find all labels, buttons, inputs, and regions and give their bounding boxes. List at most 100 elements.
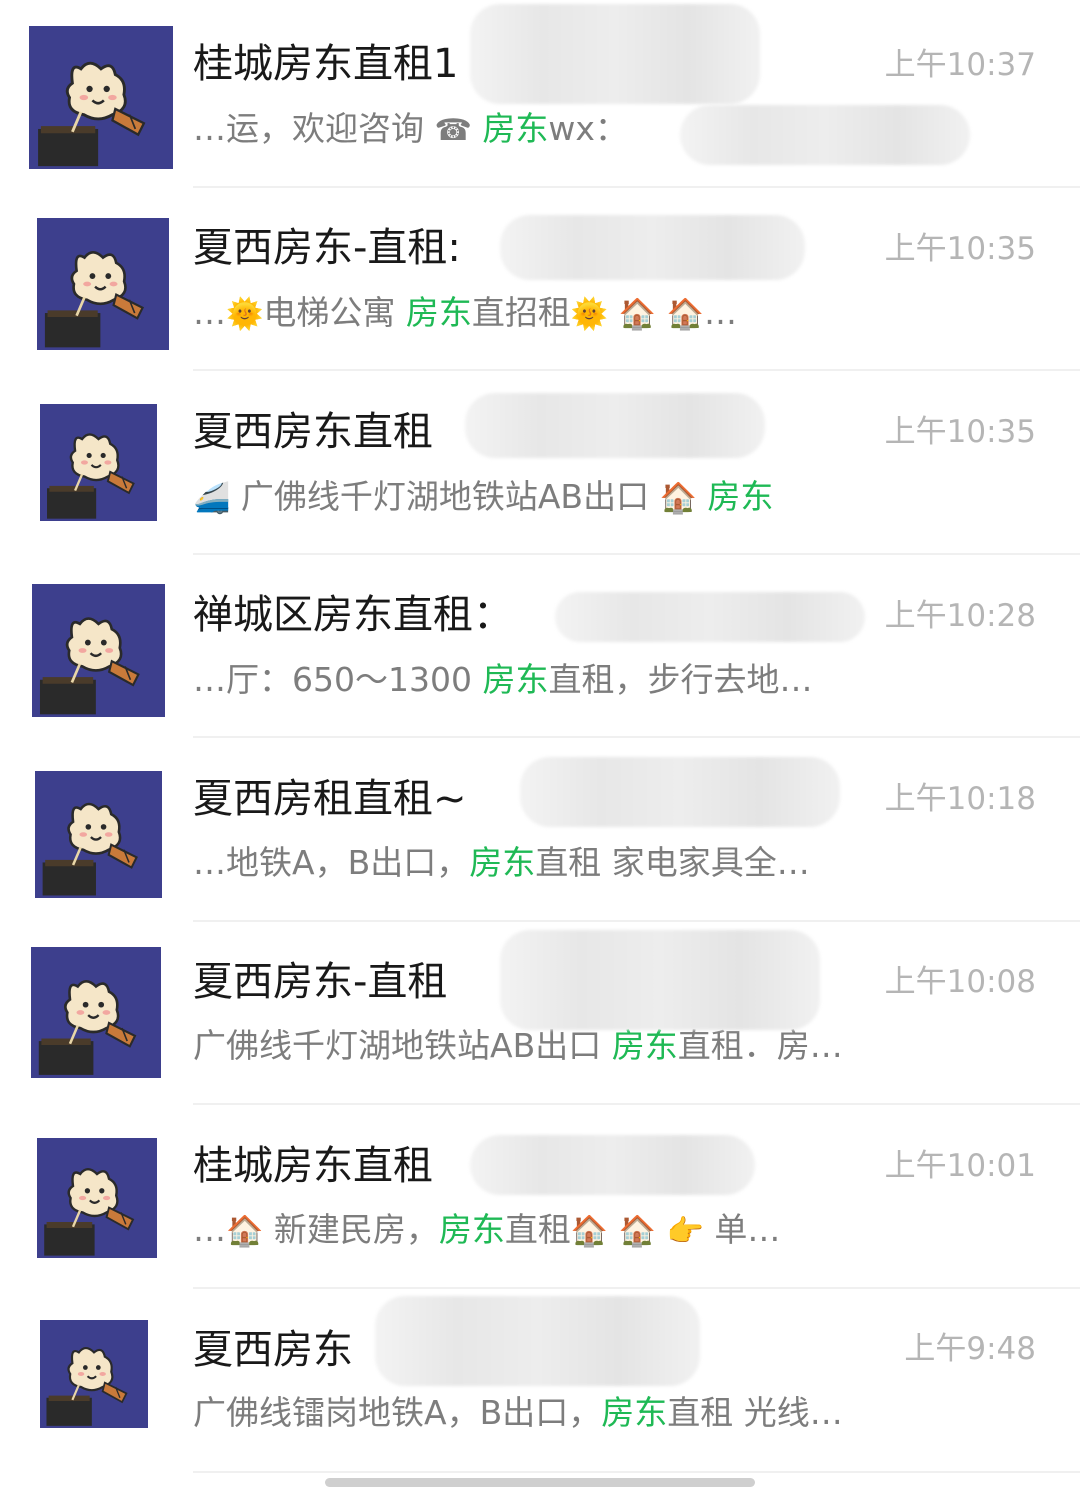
sun-icon: 🌞 (226, 297, 264, 332)
chat-name: 禅城区房东直租： (193, 592, 513, 638)
preview-text: 新建民房， (263, 1210, 439, 1249)
chat-preview: …厅：650～1300 房东直租，步行去地… (193, 657, 812, 703)
preview-text: 直租 光线… (667, 1393, 843, 1432)
chat-timestamp: 上午10:35 (884, 414, 1036, 450)
cat-mascot-illustration (31, 947, 161, 1078)
row-divider (193, 1287, 1080, 1289)
chat-preview: …🌞电梯公寓 房东直招租🌞 🏠 🏠… (193, 290, 737, 338)
redaction-blur (500, 930, 820, 1030)
house-icon: 🏠 (666, 297, 704, 332)
avatar[interactable] (40, 404, 157, 521)
row-divider (193, 1471, 1080, 1473)
chat-timestamp: 上午10:37 (884, 47, 1036, 83)
chat-name: 桂城房东直租 (193, 1143, 433, 1189)
chat-name: 夏西房东直租 (193, 409, 433, 455)
preview-text (608, 293, 619, 332)
redaction-blur (465, 393, 765, 458)
chat-name: 夏西房东-直租 (193, 959, 448, 1005)
house-icon: 🏠 (226, 1214, 264, 1249)
keyword-highlight: 房东 (482, 109, 549, 148)
row-divider (193, 186, 1080, 188)
cat-mascot-illustration (37, 1138, 157, 1258)
chat-preview: 广佛线镭岗地铁A，B出口，房东直租 光线… (193, 1390, 843, 1436)
avatar[interactable] (29, 26, 173, 169)
house-icon: 🏠 (618, 1214, 657, 1249)
sun-icon: 🌞 (570, 297, 609, 332)
row-divider (193, 1103, 1080, 1105)
row-divider (193, 920, 1080, 922)
keyword-highlight: 房东 (482, 660, 549, 699)
chat-timestamp: 上午10:28 (884, 598, 1036, 634)
chat-preview: …地铁A，B出口，房东直租 家电家具全… (193, 840, 810, 886)
preview-text: 电梯公寓 (263, 293, 406, 332)
chat-preview: …🏠 新建民房，房东直租🏠 🏠 👉 单… (193, 1207, 780, 1255)
preview-text: 直租 (504, 1210, 571, 1249)
telephone-icon: ☎ (434, 113, 472, 148)
preview-text (472, 109, 483, 148)
cat-mascot-illustration (40, 404, 157, 521)
cat-mascot-illustration (40, 1320, 148, 1428)
preview-text: wx： (548, 109, 628, 148)
keyword-highlight: 房东 (469, 843, 536, 882)
redaction-blur (680, 105, 970, 165)
chat-timestamp: 上午9:48 (904, 1331, 1036, 1367)
chat-preview: 🚄 广佛线千灯湖地铁站AB出口 🏠 房东 (193, 474, 773, 522)
pointing-hand-icon: 👉 (666, 1214, 704, 1249)
chat-timestamp: 上午10:18 (884, 781, 1036, 817)
avatar[interactable] (37, 1138, 157, 1258)
keyword-highlight: 房东 (611, 1026, 678, 1065)
chat-preview: …运，欢迎咨询 ☎ 房东wx： (193, 106, 628, 154)
preview-text: … (703, 293, 737, 332)
chat-name: 夏西房租直租~ (193, 776, 467, 822)
home-indicator[interactable] (325, 1478, 755, 1487)
row-divider (193, 553, 1080, 555)
preview-text: 广佛线千灯湖地铁站AB出口 (230, 477, 660, 516)
keyword-highlight: 房东 (438, 1210, 505, 1249)
preview-text: … (193, 1210, 226, 1249)
chat-name: 夏西房东-直租: (193, 225, 461, 271)
row-divider (193, 369, 1080, 371)
preview-text: 直租．房… (677, 1026, 843, 1065)
preview-text: …运，欢迎咨询 (193, 109, 435, 148)
cat-mascot-illustration (35, 771, 162, 898)
avatar[interactable] (37, 218, 169, 350)
preview-text: … (193, 293, 226, 332)
redaction-blur (555, 592, 865, 642)
row-divider (193, 736, 1080, 738)
avatar[interactable] (40, 1320, 148, 1428)
house-icon: 🏠 (659, 481, 697, 516)
cat-mascot-illustration (29, 26, 173, 169)
preview-text: 广佛线镭岗地铁A，B出口， (193, 1393, 602, 1432)
preview-text: 单… (703, 1210, 781, 1249)
preview-text: 直招租 (471, 293, 571, 332)
avatar[interactable] (35, 771, 162, 898)
redaction-blur (520, 757, 840, 827)
preview-text (656, 293, 667, 332)
cat-mascot-illustration (32, 584, 165, 717)
avatar[interactable] (31, 947, 161, 1078)
keyword-highlight: 房东 (405, 293, 472, 332)
house-icon: 🏠 (570, 1214, 609, 1249)
preview-text: 直租，步行去地… (548, 660, 813, 699)
preview-text (697, 477, 708, 516)
redaction-blur (470, 4, 760, 104)
preview-text (608, 1210, 619, 1249)
redaction-blur (470, 1135, 755, 1195)
preview-text: …地铁A，B出口， (193, 843, 470, 882)
preview-text: …厅：650～1300 (193, 660, 483, 699)
redaction-blur (500, 215, 805, 280)
avatar[interactable] (32, 584, 165, 717)
keyword-highlight: 房东 (707, 477, 774, 516)
keyword-highlight: 房东 (601, 1393, 668, 1432)
redaction-blur (375, 1296, 700, 1386)
cat-mascot-illustration (37, 218, 169, 350)
preview-text (656, 1210, 667, 1249)
house-icon: 🏠 (618, 297, 657, 332)
chat-name: 桂城房东直租1 (193, 41, 459, 87)
train-icon: 🚄 (193, 481, 231, 516)
chat-name: 夏西房东 (193, 1327, 353, 1373)
chat-timestamp: 上午10:35 (884, 231, 1036, 267)
preview-text: 广佛线千灯湖地铁站AB出口 (193, 1026, 612, 1065)
chat-timestamp: 上午10:01 (884, 1148, 1036, 1184)
chat-timestamp: 上午10:08 (884, 964, 1036, 1000)
